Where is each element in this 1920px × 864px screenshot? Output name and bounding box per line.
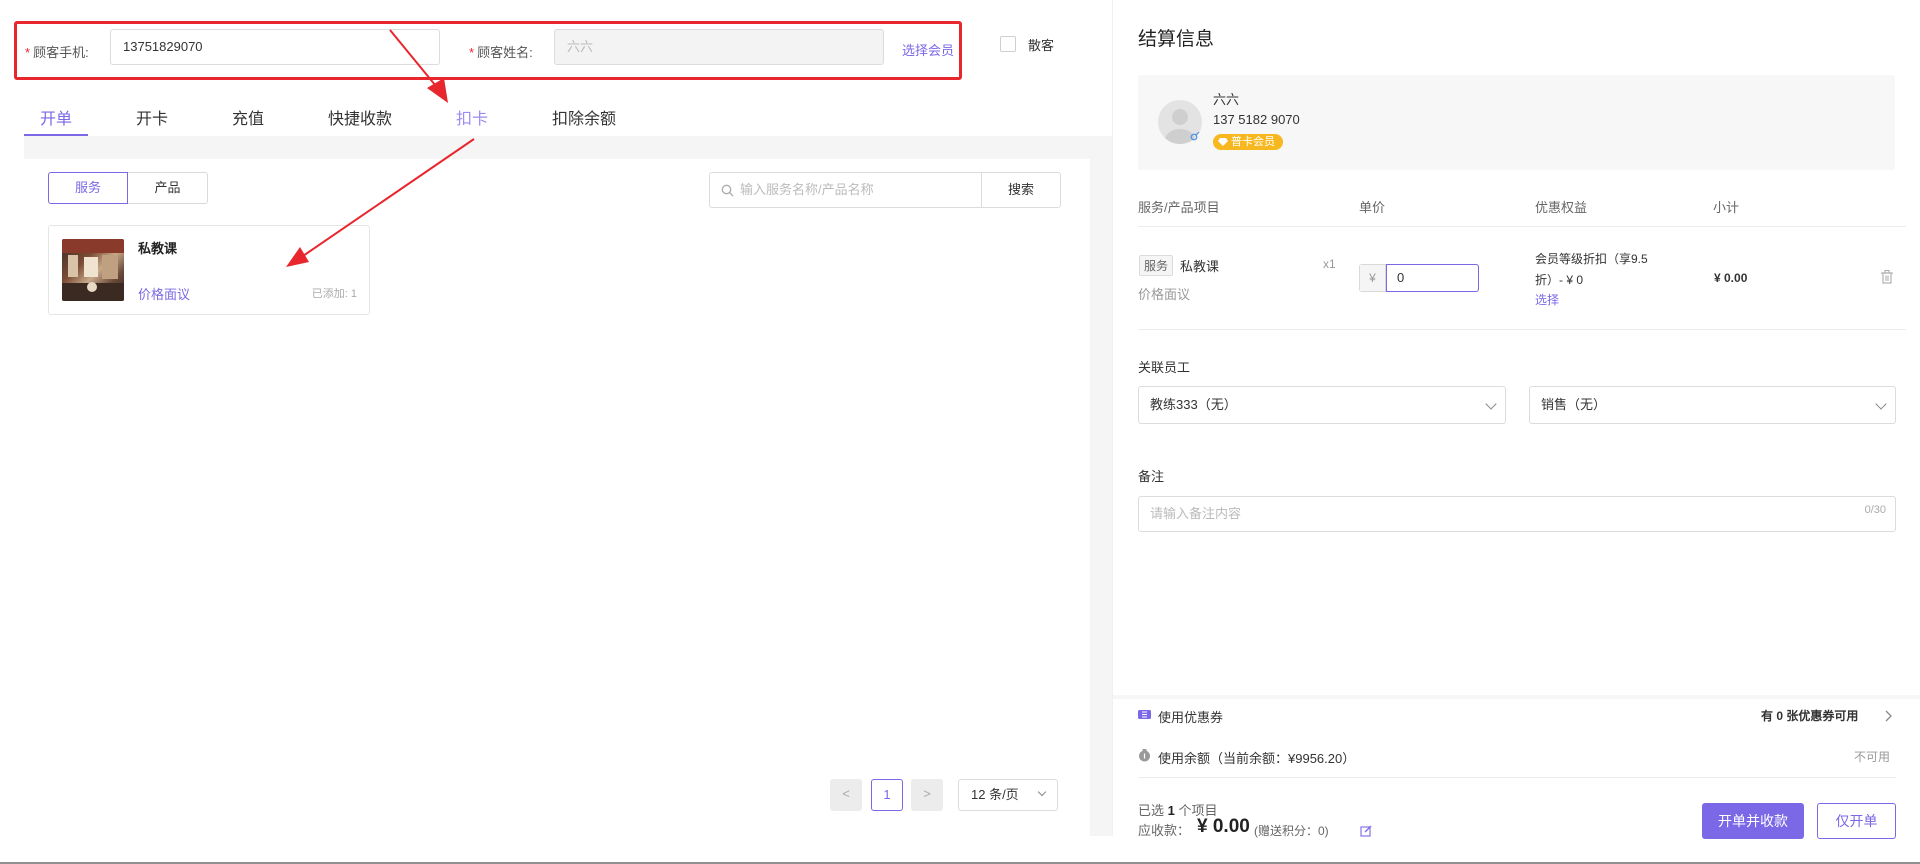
segment-product[interactable]: 产品 [128, 172, 208, 204]
order-workspace: * 顾客手机: 13751829070 * 顾客姓名: 六六 选择会员 散客 开单 … [0, 0, 1112, 836]
receivable-amount: ¥ 0.00 [1197, 816, 1250, 837]
select-member-link[interactable]: 选择会员 [902, 40, 954, 59]
catalog-item-card[interactable]: 私教课 价格面议 已添加: 1 [48, 225, 370, 315]
discount-line-2: 折）- ¥ 0 [1535, 273, 1584, 287]
bottom-strip [0, 836, 1112, 864]
coupon-icon [1138, 710, 1151, 719]
points-note: (赠送积分：0) [1254, 824, 1329, 838]
trash-icon[interactable] [1881, 270, 1893, 284]
remark-label: 备注 [1138, 469, 1165, 484]
balance-status: 不可用 [1854, 750, 1891, 764]
chevron-down-icon [1875, 398, 1887, 410]
next-page-button[interactable]: > [911, 779, 943, 811]
discount-line-1: 会员等级折扣（享9.5 [1535, 252, 1648, 266]
line-item-qty: x1 [1323, 257, 1336, 271]
search-icon [721, 184, 734, 197]
customer-info-row: * 顾客手机: 13751829070 * 顾客姓名: 六六 选择会员 [14, 21, 962, 80]
balance-label: 使用余额（当前余额：¥9956.20） [1158, 751, 1356, 766]
tab-open-order[interactable]: 开单 [40, 105, 72, 129]
header-divider [1138, 226, 1906, 227]
member-card: 六六 137 5182 9070 普卡会员 [1138, 75, 1895, 170]
name-label: * 顾客姓名: [469, 45, 533, 60]
open-order-only-button[interactable]: 仅开单 [1817, 803, 1896, 839]
col-header-item: 服务/产品项目 [1138, 200, 1220, 215]
walkin-checkbox[interactable] [1000, 36, 1016, 52]
discount-select-link[interactable]: 选择 [1535, 291, 1559, 308]
col-header-discount: 优惠权益 [1535, 200, 1588, 215]
unit-price-field: ¥ 0 [1359, 264, 1479, 292]
catalog-type-toggle: 服务 产品 [48, 172, 208, 204]
member-phone: 137 5182 9070 [1213, 112, 1300, 127]
prev-page-button[interactable]: < [830, 779, 862, 811]
male-icon [1190, 131, 1200, 141]
item-name: 私教课 [138, 241, 178, 256]
col-header-subtotal: 小计 [1713, 200, 1740, 215]
search-button[interactable]: 搜索 [981, 172, 1061, 208]
tab-recharge[interactable]: 充值 [232, 105, 264, 129]
edit-icon[interactable] [1360, 825, 1372, 837]
tab-quick-pay[interactable]: 快捷收款 [328, 105, 392, 129]
page-1-button[interactable]: 1 [871, 779, 903, 811]
balance-divider [1138, 777, 1896, 778]
diamond-icon [1218, 138, 1228, 146]
chevron-down-icon [1485, 398, 1497, 410]
tab-deduct-card[interactable]: 扣卡 [456, 105, 488, 129]
item-type-tag: 服务 [1139, 255, 1174, 276]
customer-phone-input[interactable]: 13751829070 [110, 29, 440, 65]
catalog-search-input[interactable]: 输入服务名称/产品名称 [709, 172, 982, 208]
section-divider [1113, 695, 1920, 699]
line-item-subtotal: ¥ 0.00 [1714, 271, 1748, 285]
receivable-label: 应收款： [1138, 823, 1191, 838]
remark-char-count: 0/30 [1864, 504, 1886, 516]
checkout-and-pay-button[interactable]: 开单并收款 [1702, 803, 1804, 839]
phone-label: * 顾客手机: [25, 45, 89, 60]
item-price-label: 价格面议 [138, 287, 191, 302]
col-header-unit-price: 单价 [1359, 200, 1386, 215]
item-divider [1138, 329, 1906, 330]
item-added-count: 已添加: 1 [311, 288, 357, 300]
chevron-down-icon [1037, 787, 1047, 797]
member-level-badge: 普卡会员 [1213, 134, 1283, 150]
coupon-label: 使用优惠券 [1158, 710, 1224, 725]
line-item-name: 私教课 [1180, 259, 1220, 274]
tab-open-card[interactable]: 开卡 [136, 105, 168, 129]
coach-select[interactable]: 教练333（无） [1138, 386, 1506, 424]
staff-label: 关联员工 [1138, 360, 1191, 375]
tab-deduct-balance[interactable]: 扣除余额 [552, 105, 616, 129]
customer-name-input: 六六 [554, 29, 884, 65]
member-name: 六六 [1213, 92, 1240, 107]
chevron-right-icon[interactable] [1884, 710, 1892, 722]
panel-divider [1112, 0, 1113, 836]
item-thumbnail [62, 239, 124, 301]
unit-price-input[interactable]: 0 [1386, 264, 1479, 292]
segment-service[interactable]: 服务 [48, 172, 128, 204]
sales-select[interactable]: 销售（无） [1529, 386, 1896, 424]
checkout-title: 结算信息 [1138, 29, 1215, 50]
coupon-status[interactable]: 有 0 张优惠券可用 [1761, 707, 1858, 724]
walkin-label: 散客 [1028, 38, 1055, 53]
page-size-select[interactable]: 12 条/页 [958, 779, 1058, 811]
currency-prefix: ¥ [1360, 265, 1386, 291]
line-item-price-note: 价格面议 [1138, 287, 1191, 302]
wallet-icon [1139, 749, 1150, 762]
remark-input[interactable]: 请输入备注内容 0/30 [1138, 496, 1896, 532]
